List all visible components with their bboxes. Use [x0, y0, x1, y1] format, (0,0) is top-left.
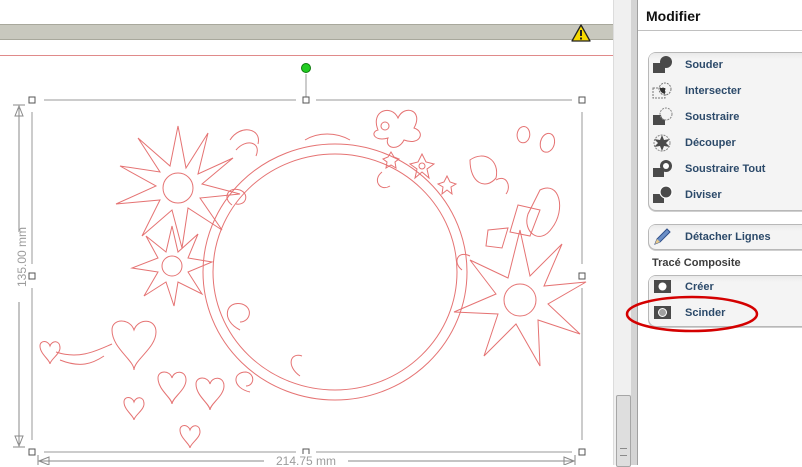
title-divider — [638, 30, 802, 31]
subtract-all-icon — [653, 160, 672, 177]
weld-label: Souder — [685, 59, 723, 71]
modify-panel: Modifier Souder Intersecter Soustraire D… — [638, 0, 802, 465]
resize-handle-top-right — [578, 96, 586, 104]
design-canvas[interactable]: 135.00 mm 214.75 mm — [0, 0, 613, 465]
compound-split-button[interactable]: Scinder — [652, 302, 802, 324]
subtract-button[interactable]: Soustraire — [652, 106, 802, 128]
panel-title: Modifier — [646, 8, 701, 24]
resize-handle-right — [578, 272, 586, 280]
compound-create-button[interactable]: Créer — [652, 276, 802, 298]
height-dimension-label: 135.00 mm — [15, 226, 29, 287]
scrollbar-grip-icon — [620, 448, 627, 456]
selection-box — [31, 99, 583, 453]
cut-lines — [39, 109, 587, 449]
rotate-handle[interactable] — [301, 63, 311, 73]
compound-split-icon — [654, 306, 671, 319]
compound-create-icon — [654, 280, 671, 293]
panel-splitter[interactable] — [631, 0, 638, 465]
compound-create-label: Créer — [685, 281, 714, 293]
detach-lines-label: Détacher Lignes — [685, 231, 771, 243]
detach-lines-button[interactable]: Détacher Lignes — [652, 226, 802, 248]
resize-handle-left — [28, 272, 36, 280]
crop-label: Découper — [685, 137, 736, 149]
subtract-icon — [653, 107, 673, 125]
resize-handle-bottom-right — [578, 448, 586, 456]
weld-icon — [653, 56, 672, 73]
weld-button[interactable]: Souder — [652, 54, 802, 76]
subtract-label: Soustraire — [685, 111, 740, 123]
subtract-all-button[interactable]: Soustraire Tout — [652, 158, 802, 180]
crop-button[interactable]: Découper — [652, 132, 802, 154]
divide-icon — [653, 185, 673, 203]
resize-handles[interactable] — [28, 96, 586, 456]
floral-frame-artwork[interactable] — [0, 0, 613, 465]
compound-split-label: Scinder — [685, 307, 726, 319]
resize-handle-top — [302, 96, 310, 104]
resize-handle-bottom-left — [28, 448, 36, 456]
pencil-icon — [654, 228, 671, 245]
divide-button[interactable]: Diviser — [652, 184, 802, 206]
compound-path-section-label: Tracé Composite — [652, 257, 741, 269]
crop-icon — [653, 134, 671, 152]
subtract-all-label: Soustraire Tout — [685, 163, 766, 175]
resize-handle-top-left — [28, 96, 36, 104]
scrollbar-thumb[interactable] — [616, 395, 631, 467]
intersect-icon — [652, 82, 672, 99]
vertical-scrollbar[interactable] — [613, 0, 633, 467]
width-dimension-label: 214.75 mm — [266, 454, 346, 465]
intersect-label: Intersecter — [685, 85, 742, 97]
divide-label: Diviser — [685, 189, 722, 201]
intersect-button[interactable]: Intersecter — [652, 80, 802, 102]
